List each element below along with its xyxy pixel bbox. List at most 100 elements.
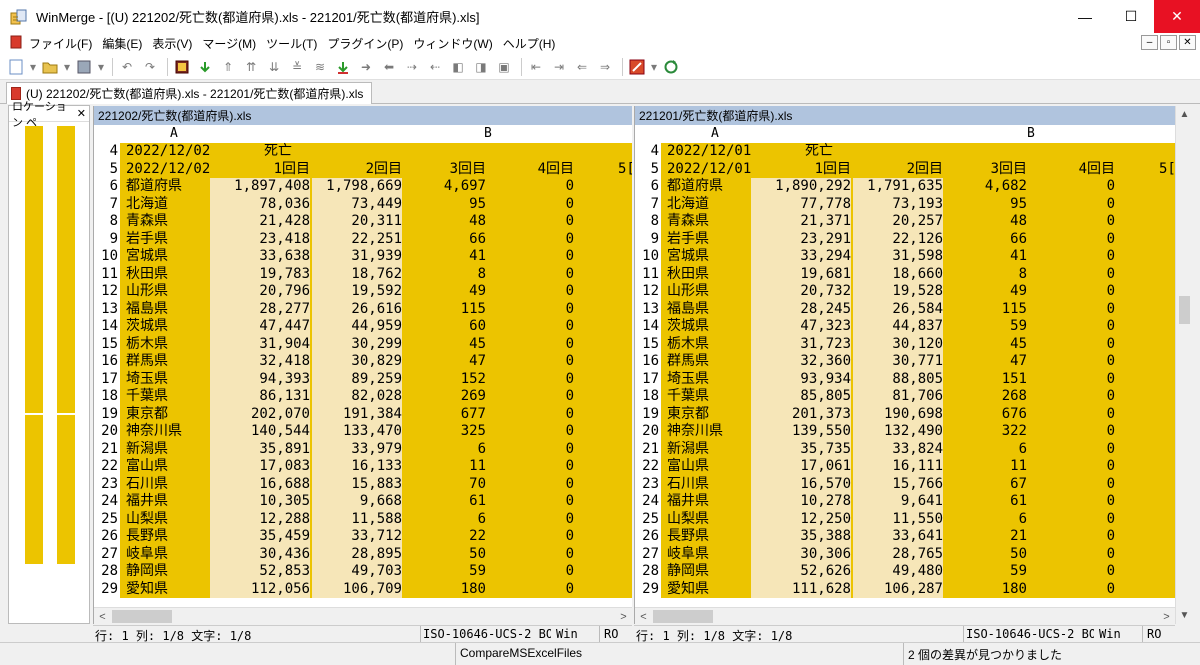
left-horizontal-scrollbar[interactable]: < > (94, 607, 632, 624)
table-row[interactable]: 9 岩手県 23,418 22,251 66 0 (94, 230, 632, 248)
table-row[interactable]: 24 福井県 10,278 9,641 61 0 (635, 493, 1175, 511)
table-row[interactable]: 23 石川県 16,688 15,883 70 0 (94, 475, 632, 493)
location-bar-left[interactable] (25, 126, 43, 564)
mdi-close-button[interactable]: ✕ (1179, 35, 1196, 50)
table-row[interactable]: 8 青森県 21,428 20,311 48 0 (94, 213, 632, 231)
copy-right-advance-icon[interactable]: ➜ (356, 57, 376, 77)
table-row[interactable]: 11 秋田県 19,681 18,660 8 0 (635, 265, 1175, 283)
menu-plugins[interactable]: プラグイン(P) (322, 35, 408, 52)
table-row[interactable]: 20 神奈川県 140,544 133,470 325 0 (94, 423, 632, 441)
table-row[interactable]: 14 茨城県 47,323 44,837 59 0 (635, 318, 1175, 336)
table-row[interactable]: 4 2022/12/02 死亡 (94, 143, 632, 161)
nav-prev-icon[interactable]: ▣ (494, 57, 514, 77)
menu-merge[interactable]: マージ(M) (197, 35, 261, 52)
menu-tools[interactable]: ツール(T) (261, 35, 322, 52)
table-row[interactable]: 6 都道府県 1,897,408 1,798,669 4,697 0 (94, 178, 632, 196)
jump-next-icon[interactable]: ⇒ (595, 57, 615, 77)
table-row[interactable]: 25 山梨県 12,250 11,550 6 0 (635, 510, 1175, 528)
table-row[interactable]: 11 秋田県 19,783 18,762 8 0 (94, 265, 632, 283)
table-row[interactable]: 26 長野県 35,388 33,641 21 0 (635, 528, 1175, 546)
redo-icon[interactable]: ↷ (140, 57, 160, 77)
table-row[interactable]: 7 北海道 77,778 73,193 95 0 (635, 195, 1175, 213)
scroll-down-icon[interactable]: ▼ (1176, 607, 1193, 624)
scroll-right-icon[interactable]: > (1158, 608, 1175, 624)
table-row[interactable]: 25 山梨県 12,288 11,588 6 0 (94, 510, 632, 528)
table-row[interactable]: 16 群馬県 32,360 30,771 47 0 (635, 353, 1175, 371)
scroll-thumb[interactable] (1179, 296, 1190, 324)
undo-icon[interactable]: ↶ (117, 57, 137, 77)
copy-right-icon[interactable]: ≋ (310, 57, 330, 77)
table-row[interactable]: 28 静岡県 52,626 49,480 59 0 (635, 563, 1175, 581)
table-row[interactable]: 10 宮城県 33,638 31,939 41 0 (94, 248, 632, 266)
menu-view[interactable]: 表示(V) (147, 35, 197, 52)
dropdown-icon[interactable]: ▾ (650, 57, 658, 77)
prev-diff-icon[interactable]: ⇑ (218, 57, 238, 77)
vertical-scrollbar[interactable]: ▲ ▼ (1175, 106, 1192, 624)
table-row[interactable]: 29 愛知県 111,628 106,287 180 0 (635, 580, 1175, 598)
table-row[interactable]: 27 岐阜県 30,436 28,895 50 0 (94, 545, 632, 563)
menu-file[interactable]: ファイル(F) (24, 35, 97, 52)
close-button[interactable]: ✕ (1154, 0, 1200, 33)
first-diff-icon[interactable]: ⇈ (241, 57, 261, 77)
table-row[interactable]: 15 栃木県 31,904 30,299 45 0 (94, 335, 632, 353)
dropdown-icon[interactable]: ▾ (63, 57, 71, 77)
nav-last-icon[interactable]: ⇥ (549, 57, 569, 77)
right-diff-pane[interactable]: 221201/死亡数(都道府県).xls A B 4 2022/12/01 死亡 5 2… (634, 106, 1175, 624)
dropdown-icon[interactable]: ▾ (29, 57, 37, 77)
table-row[interactable]: 9 岩手県 23,291 22,126 66 0 (635, 230, 1175, 248)
location-pane[interactable]: ロケーション ペ ✕ (8, 101, 90, 624)
table-row[interactable]: 13 福島県 28,277 26,616 115 0 (94, 300, 632, 318)
table-row[interactable]: 24 福井県 10,305 9,668 61 0 (94, 493, 632, 511)
delete-icon[interactable]: ◧ (448, 57, 468, 77)
maximize-button[interactable]: ☐ (1108, 0, 1154, 33)
scroll-left-icon[interactable]: < (635, 608, 652, 624)
table-row[interactable]: 21 新潟県 35,735 33,824 6 0 (635, 440, 1175, 458)
save-icon[interactable] (74, 57, 94, 77)
table-row[interactable]: 21 新潟県 35,891 33,979 6 0 (94, 440, 632, 458)
table-row[interactable]: 10 宮城県 33,294 31,598 41 0 (635, 248, 1175, 266)
table-row[interactable]: 12 山形県 20,732 19,528 49 0 (635, 283, 1175, 301)
table-row[interactable]: 12 山形県 20,796 19,592 49 0 (94, 283, 632, 301)
table-row[interactable]: 17 埼玉県 94,393 89,259 152 0 (94, 370, 632, 388)
all-left-icon[interactable]: ⇠ (425, 57, 445, 77)
table-row[interactable]: 4 2022/12/01 死亡 (635, 143, 1175, 161)
jump-prev-icon[interactable]: ⇐ (572, 57, 592, 77)
scroll-thumb[interactable] (653, 610, 713, 623)
table-row[interactable]: 22 富山県 17,083 16,133 11 0 (94, 458, 632, 476)
table-row[interactable]: 52022/12/021回目2回目3回目4回目5[ (94, 160, 632, 178)
mdi-minimize-button[interactable]: – (1141, 35, 1158, 50)
open-icon[interactable] (40, 57, 60, 77)
next-diff-icon[interactable] (195, 57, 215, 77)
refresh-icon[interactable] (661, 57, 681, 77)
table-row[interactable]: 17 埼玉県 93,934 88,805 151 0 (635, 370, 1175, 388)
table-row[interactable]: 15 栃木県 31,723 30,120 45 0 (635, 335, 1175, 353)
current-diff-icon[interactable]: ⇊ (264, 57, 284, 77)
table-row[interactable]: 20 神奈川県 139,550 132,490 322 0 (635, 423, 1175, 441)
scroll-right-icon[interactable]: > (615, 608, 632, 624)
all-right-icon[interactable]: ⇢ (402, 57, 422, 77)
menu-window[interactable]: ウィンドウ(W) (408, 35, 497, 52)
table-row[interactable]: 18 千葉県 85,805 81,706 268 0 (635, 388, 1175, 406)
table-row[interactable]: 27 岐阜県 30,306 28,765 50 0 (635, 545, 1175, 563)
location-bar-right[interactable] (57, 126, 75, 564)
table-row[interactable]: 6 都道府県 1,890,292 1,791,635 4,682 0 (635, 178, 1175, 196)
table-row[interactable]: 26 長野県 35,459 33,712 22 0 (94, 528, 632, 546)
table-row[interactable]: 22 富山県 17,061 16,111 11 0 (635, 458, 1175, 476)
table-row[interactable]: 18 千葉県 86,131 82,028 269 0 (94, 388, 632, 406)
table-row[interactable]: 19 東京都 201,373 190,698 676 0 (635, 405, 1175, 423)
table-row[interactable]: 29 愛知県 112,056 106,709 180 0 (94, 580, 632, 598)
copy-left-icon[interactable] (333, 57, 353, 77)
dropdown-icon[interactable]: ▾ (97, 57, 105, 77)
table-row[interactable]: 14 茨城県 47,447 44,959 60 0 (94, 318, 632, 336)
table-row[interactable]: 5 2022/12/01 1回目 2回目 3回目 4回目 5[ (635, 160, 1175, 178)
scroll-up-icon[interactable]: ▲ (1176, 106, 1193, 123)
tools-icon[interactable] (627, 57, 647, 77)
copy-left-advance-icon[interactable]: ⬅ (379, 57, 399, 77)
left-diff-pane[interactable]: 221202/死亡数(都道府県).xls A B 4 2022/12/02 死亡 5 2… (93, 106, 632, 624)
nav-first-icon[interactable]: ◨ (471, 57, 491, 77)
right-horizontal-scrollbar[interactable]: < > (635, 607, 1175, 624)
mdi-restore-button[interactable]: ▫ (1160, 35, 1177, 50)
location-pane-close-icon[interactable]: ✕ (77, 107, 86, 120)
minimize-button[interactable]: — (1062, 0, 1108, 33)
table-row[interactable]: 23 石川県 16,570 15,766 67 0 (635, 475, 1175, 493)
